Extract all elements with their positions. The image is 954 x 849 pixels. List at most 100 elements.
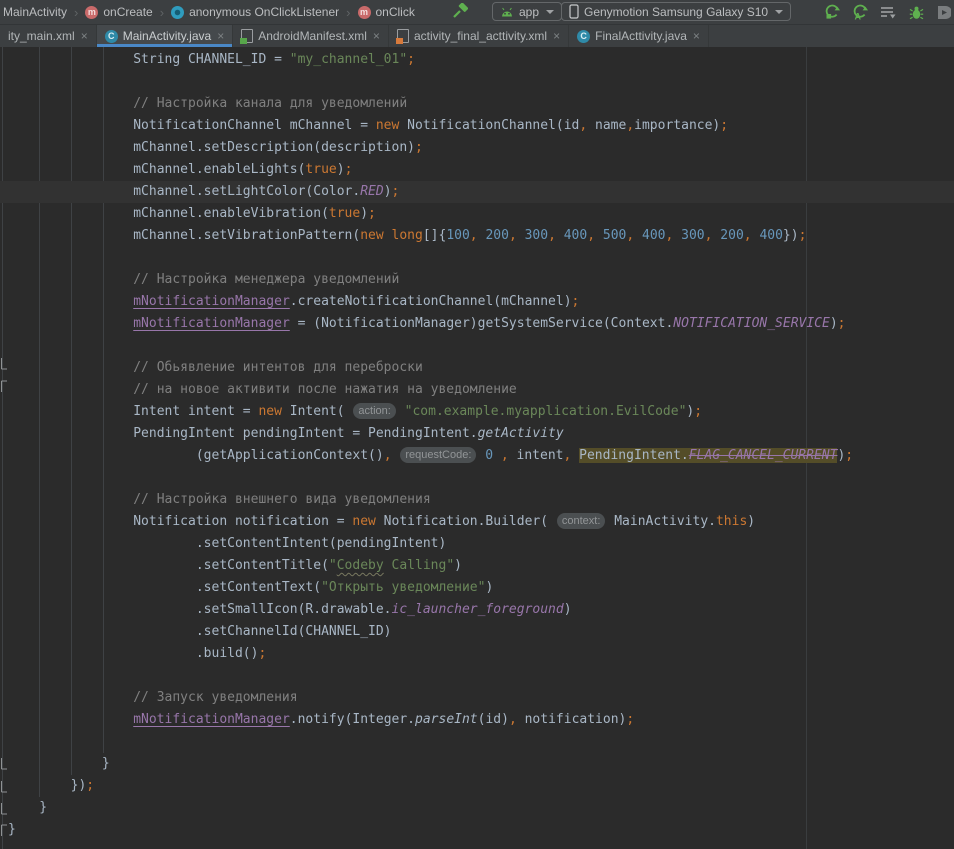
fold-marker[interactable]	[0, 357, 8, 375]
code-line: mChannel.setLightColor(Color.RED);	[0, 181, 954, 203]
tab-finalacttivity-java[interactable]: C FinalActtivity.java ×	[569, 25, 709, 47]
code-token: mChannel.setVibrationPattern(	[8, 228, 360, 243]
code-line: mNotificationManager = (NotificationMana…	[0, 313, 954, 335]
tab-activity-final-acttivity-xml[interactable]: activity_final_acttivity.xml ×	[389, 25, 569, 47]
code-token: true	[305, 162, 336, 177]
code-line: .setChannelId(CHANNEL_ID)	[0, 621, 954, 643]
parameter-hint: requestCode:	[400, 447, 476, 463]
code-token: )	[485, 580, 493, 595]
code-token	[392, 448, 400, 463]
code-token: name	[587, 118, 626, 133]
code-token: .setContentIntent(pendingIntent)	[8, 536, 446, 551]
code-token: ,	[548, 228, 556, 243]
fold-marker[interactable]	[0, 780, 8, 798]
java-class-icon: C	[105, 30, 118, 43]
code-token: )	[830, 316, 838, 331]
fold-marker[interactable]	[0, 380, 8, 398]
breadcrumb-item-anonymous-class[interactable]: anonymous OnClickListener	[171, 5, 339, 19]
breadcrumb-item-oncreate[interactable]: m onCreate	[85, 5, 152, 19]
anonymous-class-icon	[171, 6, 184, 19]
code-editor[interactable]: String CHANNEL_ID = "my_channel_01"; // …	[0, 47, 954, 849]
tab-label: AndroidManifest.xml	[258, 29, 367, 43]
code-line: }	[0, 819, 954, 841]
fold-marker[interactable]	[0, 802, 8, 820]
code-token: .notify(Integer.	[290, 712, 415, 727]
code-token: .setContentText(	[8, 580, 321, 595]
code-token: ,	[501, 448, 509, 463]
svg-text:A: A	[855, 12, 862, 21]
code-token: ;	[345, 162, 353, 177]
fold-marker[interactable]	[0, 824, 8, 842]
tab-label: activity_final_acttivity.xml	[414, 29, 547, 43]
code-token: (getApplicationContext()	[8, 448, 384, 463]
code-token	[673, 228, 681, 243]
code-token: }	[8, 800, 47, 815]
code-token: NotificationChannel(id	[399, 118, 579, 133]
fold-marker[interactable]	[0, 757, 8, 775]
code-token: ;	[258, 646, 266, 661]
code-token: ;	[407, 52, 415, 67]
code-token: )	[384, 184, 392, 199]
code-token: String CHANNEL_ID =	[8, 52, 290, 67]
apply-code-changes-icon[interactable]: A	[852, 4, 868, 20]
close-icon[interactable]: ×	[553, 29, 560, 43]
code-token: Notification.Builder(	[376, 514, 556, 529]
code-token: ,	[384, 448, 392, 463]
code-token: this	[716, 514, 747, 529]
tab-label: ity_main.xml	[8, 29, 75, 43]
apply-changes-icon[interactable]	[824, 4, 840, 20]
code-token: Calling"	[384, 558, 454, 573]
code-token: // на новое активити после нажатия на ув…	[8, 382, 517, 397]
parameter-hint: context:	[557, 513, 606, 529]
code-token: 300	[681, 228, 704, 243]
attach-debugger-icon[interactable]	[936, 4, 952, 20]
breadcrumb-item-class[interactable]: MainActivity	[3, 5, 67, 19]
code-token: })	[783, 228, 799, 243]
close-icon[interactable]: ×	[81, 29, 88, 43]
close-icon[interactable]: ×	[217, 29, 224, 43]
code-token: mNotificationManager	[133, 712, 290, 727]
code-line: (getApplicationContext(), requestCode: 0…	[0, 445, 954, 467]
code-token: ;	[720, 118, 728, 133]
code-token: // Настройка менеджера уведомлений	[8, 272, 399, 287]
code-token	[634, 228, 642, 243]
breadcrumb-label: MainActivity	[3, 5, 67, 19]
code-token: 500	[603, 228, 626, 243]
code-token: 300	[525, 228, 548, 243]
breadcrumb-label: anonymous OnClickListener	[189, 5, 339, 19]
code-token: mNotificationManager	[133, 316, 290, 331]
code-token: ,	[626, 118, 634, 133]
code-token: .setChannelId(CHANNEL_ID)	[8, 624, 392, 639]
code-line: mChannel.enableVibration(true);	[0, 203, 954, 225]
layout-file-icon	[397, 29, 409, 43]
code-line: mChannel.setDescription(description);	[0, 137, 954, 159]
code-token: PendingIntent pendingIntent = PendingInt…	[8, 426, 478, 441]
code-line: // Настройка внешнего вида уведомления	[0, 489, 954, 511]
code-token: ;	[415, 140, 423, 155]
code-token: .setContentTitle(	[8, 558, 329, 573]
code-token: (id)	[478, 712, 509, 727]
code-line: });	[0, 775, 954, 797]
build-hammer-icon[interactable]	[450, 3, 468, 26]
tab-mainactivity-java[interactable]: C MainActivity.java ×	[97, 25, 234, 47]
code-token: = (NotificationManager)getSystemService(…	[290, 316, 674, 331]
breadcrumb-item-onclick[interactable]: m onClick	[358, 5, 415, 19]
tab-activity-main-xml[interactable]: ity_main.xml ×	[0, 25, 97, 47]
code-token: }	[8, 756, 110, 771]
code-token: ;	[572, 294, 580, 309]
code-token: mChannel.enableVibration(	[8, 206, 329, 221]
close-icon[interactable]: ×	[373, 29, 380, 43]
code-token: 200	[485, 228, 508, 243]
run-configuration-select[interactable]: app	[492, 2, 562, 21]
method-icon: m	[85, 6, 98, 19]
run-actions: A	[824, 4, 952, 20]
code-token: new	[352, 514, 375, 529]
close-icon[interactable]: ×	[693, 29, 700, 43]
debug-icon[interactable]	[908, 4, 924, 20]
device-select[interactable]: Genymotion Samsung Galaxy S10	[561, 2, 791, 21]
tab-label: MainActivity.java	[123, 29, 211, 43]
breadcrumb: MainActivity › m onCreate › anonymous On…	[0, 5, 415, 20]
code-token: )	[337, 162, 345, 177]
profiler-icon[interactable]	[880, 4, 896, 20]
tab-androidmanifest-xml[interactable]: AndroidManifest.xml ×	[233, 25, 389, 47]
